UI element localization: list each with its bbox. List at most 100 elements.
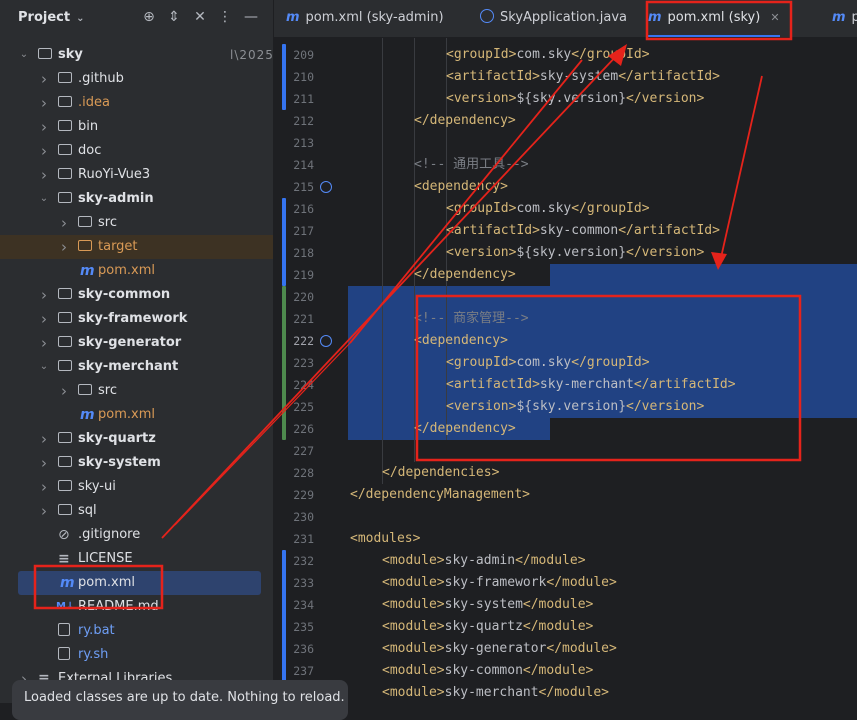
line-number: 209 <box>293 48 314 62</box>
text-file-icon: ≡ <box>58 551 70 567</box>
xml-tag: </artifactId> <box>633 377 736 392</box>
code-line: <module>sky-framework</module> <box>382 572 617 594</box>
xml-tag: </module> <box>546 575 617 590</box>
xml-text: sky-quartz <box>444 619 523 634</box>
chevron-right-icon[interactable]: › <box>38 283 50 307</box>
maven-dependency-gutter-icon[interactable] <box>320 181 332 193</box>
tree-row-ry-sh[interactable]: ry.sh <box>0 643 273 667</box>
chevron-right-icon[interactable]: › <box>38 475 50 499</box>
indent-guide <box>382 38 383 484</box>
close-icon[interactable]: ✕ <box>770 11 779 24</box>
tab-pom[interactable]: mpom <box>832 0 857 37</box>
tree-label: src <box>98 215 117 230</box>
chevron-right-icon[interactable]: › <box>58 235 70 259</box>
tree-row-target[interactable]: › target <box>0 235 273 259</box>
tab-skyapplication-java[interactable]: SkyApplication.java <box>480 0 627 37</box>
tree-label: ry.sh <box>78 647 109 662</box>
chevron-right-icon[interactable]: › <box>58 211 70 235</box>
maven-dependency-gutter-icon[interactable] <box>320 335 332 347</box>
code-editor[interactable]: <groupId>com.sky</groupId> <artifactId>sk… <box>348 38 857 703</box>
chevron-down-icon[interactable]: ⌄ <box>18 43 30 67</box>
tree-label: pom.xml <box>78 575 135 590</box>
tree-row-pom-xml[interactable]: m pom.xml <box>0 403 273 427</box>
xml-tag: </module> <box>522 619 594 634</box>
script-file-icon <box>58 647 70 660</box>
tree-label: target <box>98 239 138 254</box>
folder-icon <box>58 504 72 515</box>
tree-row-src[interactable]: › src <box>0 379 273 403</box>
editor-gutter: 209 210 211 212 213 214 215 216 217 218 219 220 221 2… <box>274 38 348 704</box>
tab-pom-xml-sky-admin-[interactable]: m pom.xml (sky-admin) <box>286 0 444 37</box>
change-marker <box>282 44 286 110</box>
code-line: <version>${sky.version}</version> <box>446 242 704 264</box>
hide-panel-icon[interactable]: — <box>243 9 259 25</box>
project-tool-window: Project ⌄ ⊕ ⇕ ✕ ⋮ — ⌄ sky l\2025 › .github › .i… <box>0 0 274 703</box>
chevron-right-icon[interactable]: › <box>38 139 50 163</box>
notification-toast[interactable]: Loaded classes are up to date. Nothing t… <box>12 680 348 720</box>
line-number: 236 <box>293 642 314 656</box>
tree-row-ruoyi-vue3[interactable]: › RuoYi-Vue3 <box>0 163 273 187</box>
xml-tag: </artifactId> <box>618 223 720 238</box>
chevron-down-icon[interactable]: ⌄ <box>38 187 50 211</box>
collapse-all-icon[interactable]: ✕ <box>192 9 208 25</box>
tree-row--idea[interactable]: › .idea <box>0 91 273 115</box>
project-view-selector[interactable]: Project ⌄ <box>18 10 84 25</box>
code-line: <groupId>com.sky</groupId> <box>446 352 650 374</box>
xml-text: sky-merchant <box>539 377 634 392</box>
xml-tag: <version> <box>446 399 517 414</box>
chevron-right-icon[interactable]: › <box>38 451 50 475</box>
tree-row--github[interactable]: › .github <box>0 67 273 91</box>
chevron-down-icon[interactable]: ⌄ <box>38 355 50 379</box>
tree-row-sky-admin[interactable]: ⌄ sky-admin <box>0 187 273 211</box>
xml-tag: </groupId> <box>571 201 650 216</box>
tree-row-doc[interactable]: › doc <box>0 139 273 163</box>
xml-tag: <artifactId> <box>446 223 540 238</box>
code-line: <artifactId>sky-merchant</artifactId> <box>446 374 736 396</box>
tree-row-sky-system[interactable]: › sky-system <box>0 451 273 475</box>
chevron-right-icon[interactable]: › <box>58 379 70 403</box>
locate-file-icon[interactable]: ⊕ <box>141 9 157 25</box>
line-number: 224 <box>293 378 314 392</box>
tree-row--gitignore[interactable]: ⊘ .gitignore <box>0 523 273 547</box>
tree-row-sql[interactable]: › sql <box>0 499 273 523</box>
chevron-right-icon[interactable]: › <box>38 91 50 115</box>
chevron-right-icon[interactable]: › <box>38 427 50 451</box>
tree-row-license[interactable]: ≡ LICENSE <box>0 547 273 571</box>
tree-row-sky-common[interactable]: › sky-common <box>0 283 273 307</box>
tree-row-sky-generator[interactable]: › sky-generator <box>0 331 273 355</box>
expand-collapse-icon[interactable]: ⇕ <box>166 9 182 25</box>
tree-row-pom-xml[interactable]: m pom.xml <box>18 571 261 595</box>
tree-row-pom-xml[interactable]: m pom.xml <box>0 259 273 283</box>
more-options-icon[interactable]: ⋮ <box>217 9 233 25</box>
tree-row-bin[interactable]: › bin <box>0 115 273 139</box>
tree-row-readme-md[interactable]: M↓ README.md <box>0 595 273 619</box>
chevron-right-icon[interactable]: › <box>38 499 50 523</box>
tree-label: sky-ui <box>78 479 116 494</box>
code-line: <artifactId>sky-system</artifactId> <box>446 66 720 88</box>
chevron-right-icon[interactable]: › <box>38 115 50 139</box>
tree-row-sky-merchant[interactable]: ⌄ sky-merchant <box>0 355 273 379</box>
change-marker <box>282 286 286 440</box>
chevron-right-icon[interactable]: › <box>38 163 50 187</box>
line-number: 235 <box>293 620 314 634</box>
tree-row-sky-ui[interactable]: › sky-ui <box>0 475 273 499</box>
tab-pom-xml-sky-[interactable]: m pom.xml (sky) ✕ <box>648 0 780 37</box>
chevron-right-icon[interactable]: › <box>38 67 50 91</box>
tree-label: bin <box>78 119 99 134</box>
line-number: 232 <box>293 554 314 568</box>
chevron-right-icon[interactable]: › <box>38 331 50 355</box>
folder-icon <box>58 168 72 179</box>
line-number: 221 <box>293 312 314 326</box>
tree-row-sky[interactable]: ⌄ sky l\2025 <box>0 43 273 67</box>
module-folder-icon <box>58 336 72 347</box>
tree-label: sky-quartz <box>78 431 156 446</box>
markdown-icon: M↓ <box>56 601 75 612</box>
tree-row-src[interactable]: › src <box>0 211 273 235</box>
xml-tag: </version> <box>626 91 705 106</box>
tree-row-sky-quartz[interactable]: › sky-quartz <box>0 427 273 451</box>
chevron-right-icon[interactable]: › <box>38 307 50 331</box>
tree-row-ry-bat[interactable]: ry.bat <box>0 619 273 643</box>
code-line: <version>${sky.version}</version> <box>446 396 704 418</box>
tree-row-sky-framework[interactable]: › sky-framework <box>0 307 273 331</box>
project-path-suffix: l\2025 <box>230 48 274 62</box>
